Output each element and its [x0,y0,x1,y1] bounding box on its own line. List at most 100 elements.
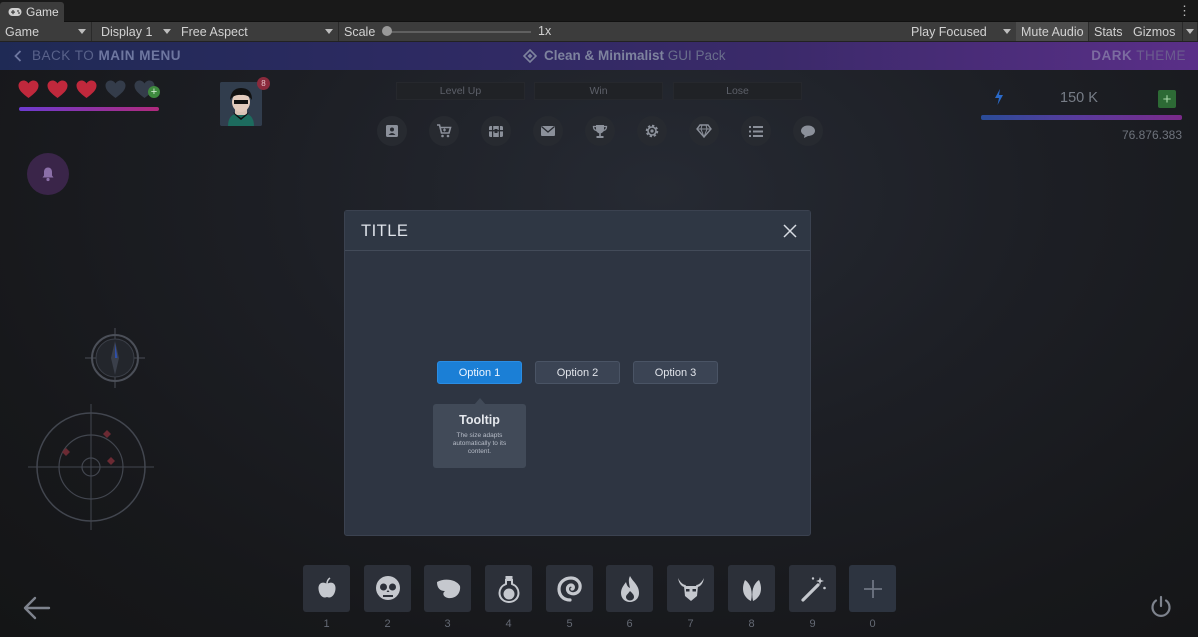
modal-header: TITLE [345,211,810,251]
back-main-menu-text: MAIN MENU [98,48,182,63]
mail-button[interactable] [533,116,563,146]
game-viewport: BACK TO MAIN MENU Clean & Minimalist GUI… [0,42,1198,637]
diamond-icon [696,124,712,138]
display-dropdown[interactable]: Display 1 [96,22,177,41]
chat-icon [801,125,815,138]
heart-full-icon [47,80,68,98]
list-icon [749,125,763,137]
back-to-main-menu-button[interactable]: BACK TO MAIN MENU [14,48,181,63]
back-prefix-text: BACK TO [32,48,95,63]
chest-icon [489,126,503,137]
energy-currency: 150 K [980,86,1182,110]
scale-slider-handle[interactable] [382,26,392,36]
option-1-button[interactable]: Option 1 [437,361,522,384]
aspect-dropdown[interactable]: Free Aspect [176,22,339,41]
apple-icon [317,576,336,598]
heart-full-icon [18,80,39,98]
scale-slider-track[interactable] [389,31,531,33]
mute-audio-label: Mute Audio [1021,24,1084,39]
power-icon[interactable] [1149,595,1173,619]
modal-title: TITLE [361,222,409,240]
action-slot-key-label: 3 [444,618,451,630]
settings-button[interactable] [637,116,667,146]
action-slot-8[interactable] [728,565,775,612]
action-slot-key-label: 9 [809,618,816,630]
tab-game-label: Game [26,5,59,19]
action-slot-6[interactable] [606,565,653,612]
close-icon[interactable] [782,223,798,239]
option-2-button[interactable]: Option 2 [535,361,620,384]
action-slot-7[interactable] [667,565,714,612]
lives-hearts: + [18,80,160,99]
action-slot-1[interactable] [303,565,350,612]
gizmos-dropdown[interactable] [1183,22,1198,41]
modal-dialog: TITLE Option 1 Option 2 Option 3 Tooltip… [344,210,811,536]
gizmos-toggle[interactable]: Gizmos [1128,22,1183,41]
notification-bell-button[interactable] [27,153,69,195]
display-label: Display 1 [101,24,153,39]
shop-button[interactable] [429,116,459,146]
tooltip-title: Tooltip [459,413,500,427]
magic-wand-icon [800,576,826,602]
compass-joystick[interactable] [84,327,146,389]
action-slot-5[interactable] [546,565,593,612]
action-slot-9[interactable] [789,565,836,612]
view-mode-dropdown[interactable]: Game [0,22,92,41]
heart-empty-icon [105,80,126,98]
gizmos-label: Gizmos [1133,24,1176,39]
tab-level-up[interactable]: Level Up [396,82,525,100]
contact-icon [386,125,398,137]
chat-button[interactable] [793,116,823,146]
avatar-icon [220,82,262,126]
action-slot-key-label: 4 [505,618,512,630]
plus-icon [863,579,882,598]
add-life-button[interactable]: + [148,86,160,98]
editor-tab-bar: Game ⋮ [0,0,1198,22]
radar-minimap [28,404,154,530]
swirl-icon [556,575,582,602]
action-slot-3[interactable] [424,565,471,612]
player-avatar[interactable] [220,82,262,126]
action-slot-4[interactable] [485,565,532,612]
option-3-button[interactable]: Option 3 [633,361,718,384]
action-slot-add[interactable] [849,565,896,612]
wing-icon [436,579,460,598]
bell-icon [42,167,54,182]
arrow-left-icon[interactable] [22,595,52,621]
action-slot-key-label: 2 [384,618,391,630]
aspect-label: Free Aspect [181,24,248,39]
action-slot-2[interactable] [364,565,411,612]
chevron-left-icon [14,49,22,62]
action-slot-key-label: 7 [687,618,694,630]
add-energy-button[interactable]: + [1158,90,1176,108]
heart-full-icon [76,80,97,98]
potion-icon [497,575,520,603]
stats-toggle[interactable]: Stats [1089,22,1129,41]
game-view-toolbar: Game Display 1 Free Aspect Scale 1x Play… [0,22,1198,42]
view-mode-label: Game [5,24,40,39]
trophy-button[interactable] [585,116,615,146]
tab-win[interactable]: Win [534,82,663,100]
pack-title-strong: Clean & Minimalist [544,48,665,63]
tooltip: Tooltip The size adapts automatically to… [433,404,526,468]
tab-lose[interactable]: Lose [673,82,802,100]
list-button[interactable] [741,116,771,146]
gamepad-icon [8,8,22,16]
tab-game[interactable]: Game [0,2,64,22]
tab-menu-icon[interactable]: ⋮ [1178,3,1191,19]
pack-title: Clean & Minimalist GUI Pack [523,48,726,63]
action-slot-key-label: 5 [566,618,573,630]
avatar-notification-badge: 8 [257,77,270,90]
theme-switch-button[interactable]: DARK THEME [1091,48,1186,63]
contact-button[interactable] [377,116,407,146]
action-slot-key-label: 8 [748,618,755,630]
mute-audio-toggle[interactable]: Mute Audio [1016,22,1089,41]
gear-icon [645,124,659,138]
tooltip-body: The size adapts automatically to its con… [452,432,507,455]
mail-icon [541,126,555,136]
gems-button[interactable] [689,116,719,146]
play-mode-dropdown[interactable]: Play Focused [906,22,1017,41]
skull-icon [375,575,400,600]
diamond-logo-icon [523,48,537,63]
chest-button[interactable] [481,116,511,146]
